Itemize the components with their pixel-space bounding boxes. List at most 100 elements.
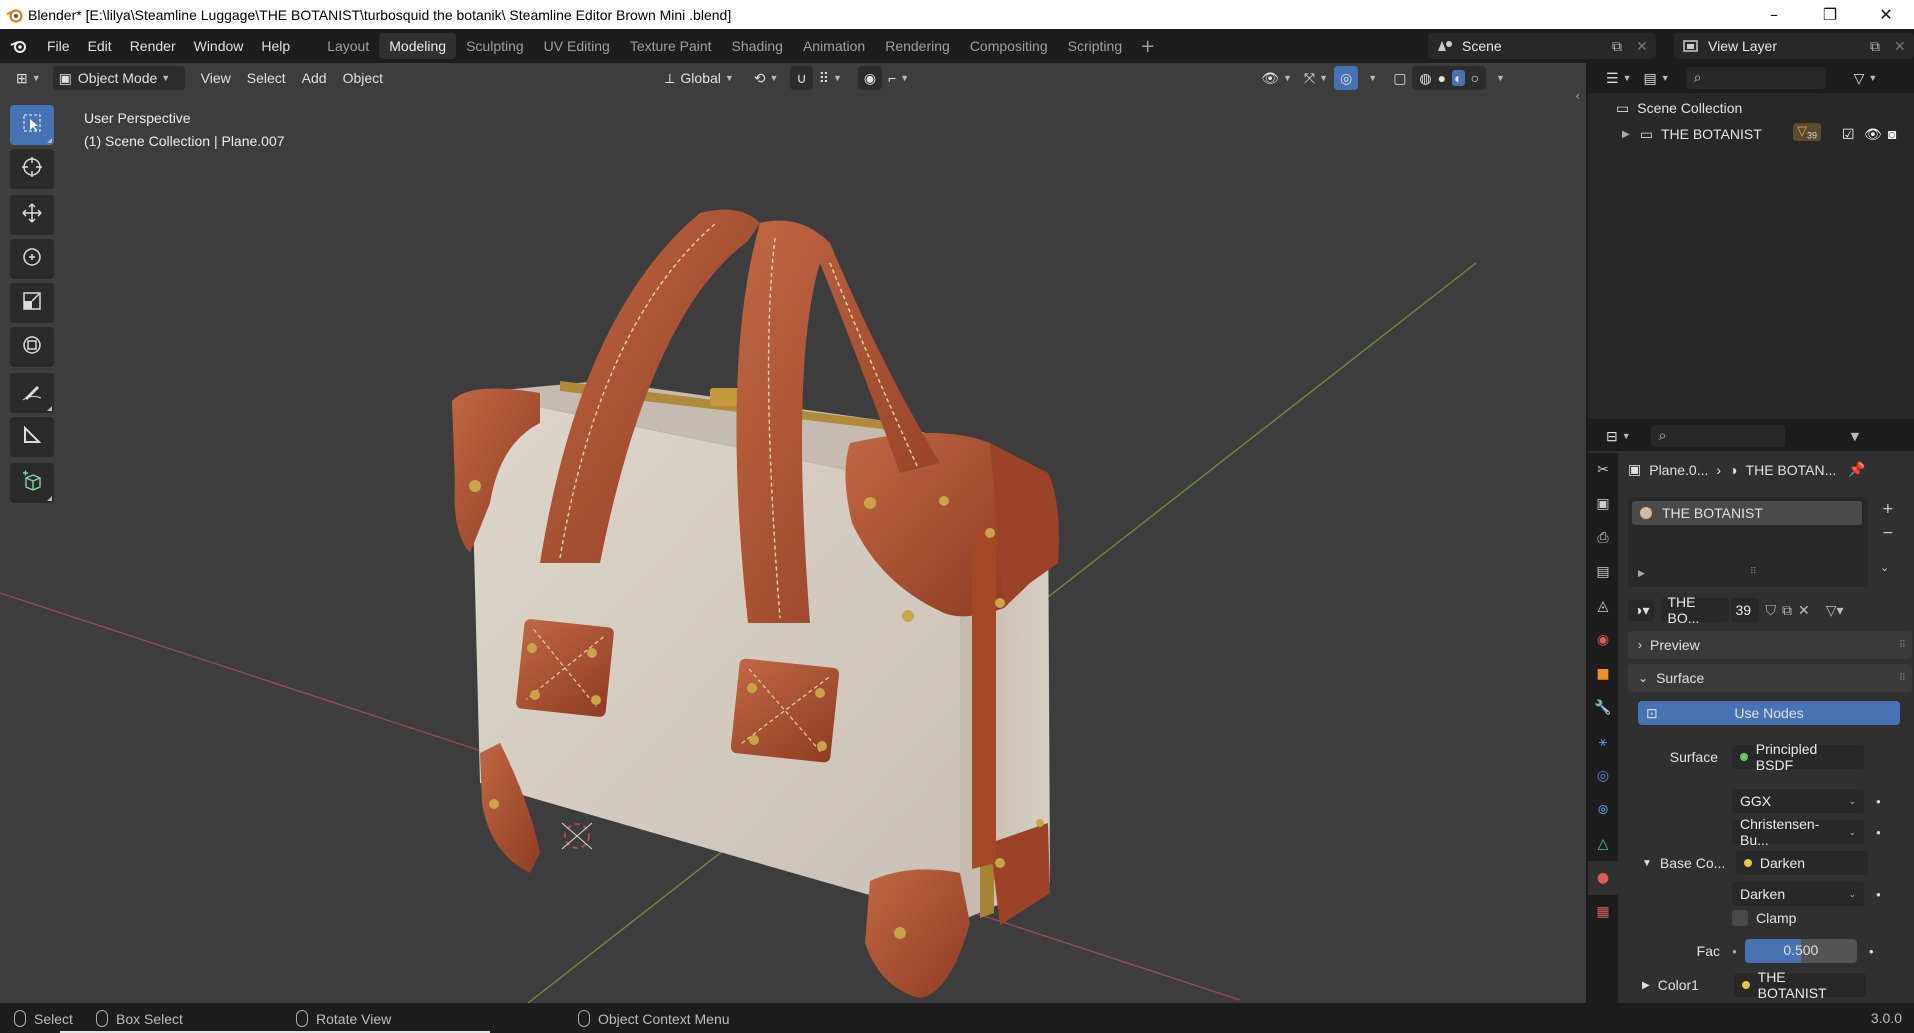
viewport-menu-object[interactable]: Object <box>337 66 389 90</box>
tab-sculpting[interactable]: Sculpting <box>456 33 534 59</box>
particles-tab[interactable]: ⚹ <box>1588 725 1618 759</box>
menu-help[interactable]: Help <box>252 38 299 54</box>
surface-shader-field[interactable]: Principled BSDF <box>1732 741 1864 773</box>
restore-button[interactable]: ❐ <box>1802 0 1858 29</box>
link-mode-icon[interactable]: ▽▾ <box>1826 602 1844 619</box>
sidebar-toggle-icon[interactable]: ‹ <box>1575 89 1580 103</box>
scene-tab[interactable]: ◬ <box>1588 589 1618 623</box>
rotate-tool[interactable] <box>10 239 54 279</box>
new-view-layer-icon[interactable]: ⧉ <box>1870 38 1894 55</box>
duplicate-material-icon[interactable]: ⧉ <box>1782 602 1792 619</box>
wireframe-shading-icon[interactable]: ◍ <box>1419 70 1431 87</box>
constraints-tab[interactable]: ⊚ <box>1588 793 1618 827</box>
cursor-tool[interactable] <box>10 149 54 189</box>
slot-specials-icon[interactable]: ⌄ <box>1880 561 1889 574</box>
render-tab[interactable]: ▣ <box>1588 487 1618 521</box>
material-users-count[interactable]: 39 <box>1731 598 1760 622</box>
rendered-shading-icon[interactable]: ○ <box>1471 70 1479 86</box>
close-button[interactable]: ✕ <box>1858 0 1914 29</box>
expand-right-icon[interactable]: ▶ <box>1642 980 1650 991</box>
clamp-row[interactable]: Clamp <box>1732 910 1796 926</box>
slot-resize-handle[interactable]: ⠿ <box>1750 567 1757 577</box>
tab-shading[interactable]: Shading <box>722 33 793 59</box>
properties-options-icon[interactable]: ▼ <box>1851 430 1859 443</box>
delete-scene-icon[interactable]: ✕ <box>1636 38 1656 55</box>
drag-handle-icon[interactable]: ⠿ <box>1899 640 1906 651</box>
viewport-menu-add[interactable]: Add <box>296 66 333 90</box>
annotate-tool[interactable] <box>10 373 54 413</box>
outliner-item-the-botanist[interactable]: ▶ ▭ THE BOTANIST ▽39 ☑ 👁 ◙ <box>1588 121 1914 147</box>
keyframe-dot-icon[interactable]: ● <box>1876 890 1881 899</box>
outliner-search-input[interactable]: ⌕ <box>1685 67 1826 89</box>
slot-expand-icon[interactable]: ▶ <box>1638 569 1645 579</box>
blender-menu-icon[interactable] <box>0 38 38 54</box>
add-cube-tool[interactable] <box>10 463 54 503</box>
render-camera-icon[interactable]: ◙ <box>1888 126 1896 142</box>
outliner-editor-type-button[interactable]: ☰ ▼ <box>1600 66 1637 90</box>
editor-type-button[interactable]: ⊞ ▼ <box>10 66 47 90</box>
keyframe-dot-icon[interactable]: ● <box>1876 797 1881 806</box>
material-slot-item[interactable]: THE BOTANIST <box>1632 501 1862 525</box>
menu-render[interactable]: Render <box>121 38 185 54</box>
data-tab[interactable]: △ <box>1588 827 1618 861</box>
drag-handle-icon[interactable]: ⠿ <box>1899 673 1906 684</box>
minimize-button[interactable]: – <box>1746 0 1802 29</box>
expand-arrow-icon[interactable]: ▶ <box>1622 129 1630 140</box>
solid-shading-icon[interactable]: ● <box>1438 70 1446 86</box>
scale-tool[interactable] <box>10 283 54 323</box>
preview-section-header[interactable]: › Preview ⠿ <box>1628 631 1912 659</box>
snap-target-dropdown[interactable]: ⠿ ▼ <box>813 66 848 90</box>
tab-modeling[interactable]: Modeling <box>379 33 457 59</box>
keyframe-dot-icon[interactable]: ● <box>1876 828 1881 837</box>
modifier-tab[interactable]: 🔧 <box>1588 691 1618 725</box>
overlays-dropdown[interactable]: ▼ <box>1358 66 1383 90</box>
pin-icon[interactable]: 📌 <box>1848 461 1865 478</box>
fac-slider[interactable]: 0.500 <box>1744 939 1857 963</box>
visibility-dropdown[interactable]: 👁 ▼ <box>1255 66 1298 90</box>
distribution-dropdown[interactable]: GGX ⌄ <box>1732 789 1864 813</box>
filter-dropdown[interactable]: ▽ ▼ <box>1848 66 1884 90</box>
expand-down-icon[interactable]: ▼ <box>1642 858 1652 869</box>
menu-file[interactable]: File <box>38 38 79 54</box>
viewport-menu-select[interactable]: Select <box>241 66 292 90</box>
3d-viewport[interactable]: ⊞ ▼ ▣ Object Mode ▼ View Select Add Object… <box>0 63 1586 1003</box>
menu-edit[interactable]: Edit <box>79 38 121 54</box>
orientation-dropdown[interactable]: ⟂ Global ▼ <box>659 66 740 90</box>
add-slot-icon[interactable]: + <box>1882 501 1894 517</box>
measure-tool[interactable] <box>10 417 54 457</box>
overlays-toggle[interactable]: ◎ <box>1334 66 1359 90</box>
material-tab[interactable]: ● <box>1588 861 1618 895</box>
view-layer-tab[interactable]: ▤ <box>1588 555 1618 589</box>
material-filter-icon[interactable]: ▽39 <box>1793 123 1822 141</box>
new-scene-icon[interactable]: ⧉ <box>1612 38 1636 55</box>
mode-dropdown[interactable]: ▣ Object Mode ▼ <box>52 66 185 90</box>
exclude-checkbox[interactable]: ☑ <box>1842 126 1855 143</box>
tab-layout[interactable]: Layout <box>317 33 379 59</box>
snap-toggle[interactable]: ∪ <box>790 66 813 90</box>
menu-window[interactable]: Window <box>185 38 253 54</box>
texture-tab[interactable]: ▦ <box>1588 895 1618 929</box>
world-tab[interactable]: ◉ <box>1588 623 1618 657</box>
properties-search-input[interactable]: ⌕ <box>1650 425 1785 447</box>
material-name-field[interactable]: THE BO... <box>1661 594 1730 626</box>
blend-mode-dropdown[interactable]: Darken ⌄ <box>1732 882 1864 906</box>
use-nodes-button[interactable]: ⊡ Use Nodes <box>1638 701 1900 725</box>
tab-scripting[interactable]: Scripting <box>1058 33 1132 59</box>
subsurface-method-dropdown[interactable]: Christensen-Bu... ⌄ <box>1732 816 1864 848</box>
color1-link-field[interactable]: THE BOTANIST <box>1733 969 1866 1001</box>
scene-selector[interactable]: Scene ⧉ ✕ <box>1428 33 1656 59</box>
output-tab[interactable]: ⎙ <box>1588 521 1618 555</box>
tool-tab[interactable]: ✂ <box>1588 453 1618 487</box>
viewport-menu-view[interactable]: View <box>195 66 237 90</box>
shading-dropdown[interactable]: ▼ <box>1486 66 1511 90</box>
gizmo-toggle[interactable]: ⤧ ▼ <box>1298 66 1334 90</box>
surface-section-header[interactable]: ⌄ Surface ⠿ <box>1628 664 1912 692</box>
scene-collection-row[interactable]: ▭ Scene Collection <box>1588 95 1914 121</box>
delete-view-layer-icon[interactable]: ✕ <box>1894 38 1914 55</box>
tab-texture-paint[interactable]: Texture Paint <box>620 33 722 59</box>
base-color-link-field[interactable]: Darken <box>1735 851 1868 875</box>
fake-user-icon[interactable]: ⛉ <box>1765 602 1776 619</box>
properties-editor-type-button[interactable]: ⊟ ▼ <box>1600 424 1637 448</box>
tab-rendering[interactable]: Rendering <box>875 33 960 59</box>
proportional-edit-toggle[interactable]: ◉ <box>857 66 883 90</box>
